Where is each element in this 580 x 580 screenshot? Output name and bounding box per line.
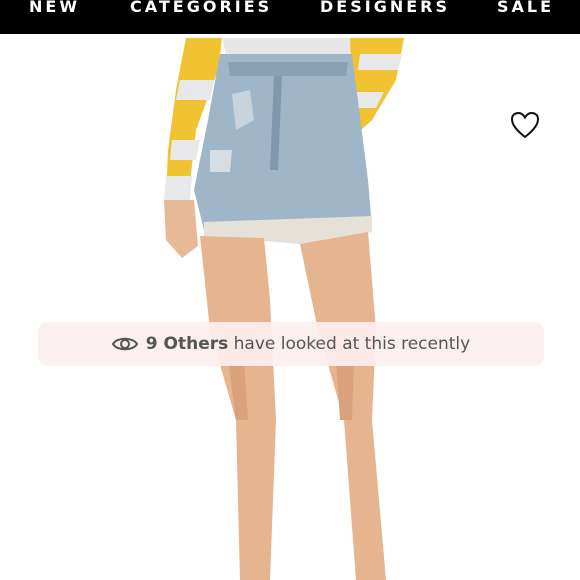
nav-item-new[interactable]: NEW [29,0,80,16]
nav-item-categories[interactable]: CATEGORIES [130,0,272,16]
nav-item-sale[interactable]: SALE [497,0,554,16]
recent-views-text: 9 Others have looked at this recently [146,334,470,354]
recent-views-banner: 9 Others have looked at this recently [38,322,544,366]
view-count: 9 Others [145,334,229,354]
heart-icon [510,111,540,139]
product-image[interactable] [0,34,580,580]
top-nav-bar: NEW CATEGORIES DESIGNERS SALE [0,0,580,34]
nav-item-designers[interactable]: DESIGNERS [320,0,450,16]
product-photo [164,38,404,580]
recent-views-message: have looked at this recently [233,334,471,354]
eye-icon [111,337,138,351]
wishlist-button[interactable] [509,110,541,140]
